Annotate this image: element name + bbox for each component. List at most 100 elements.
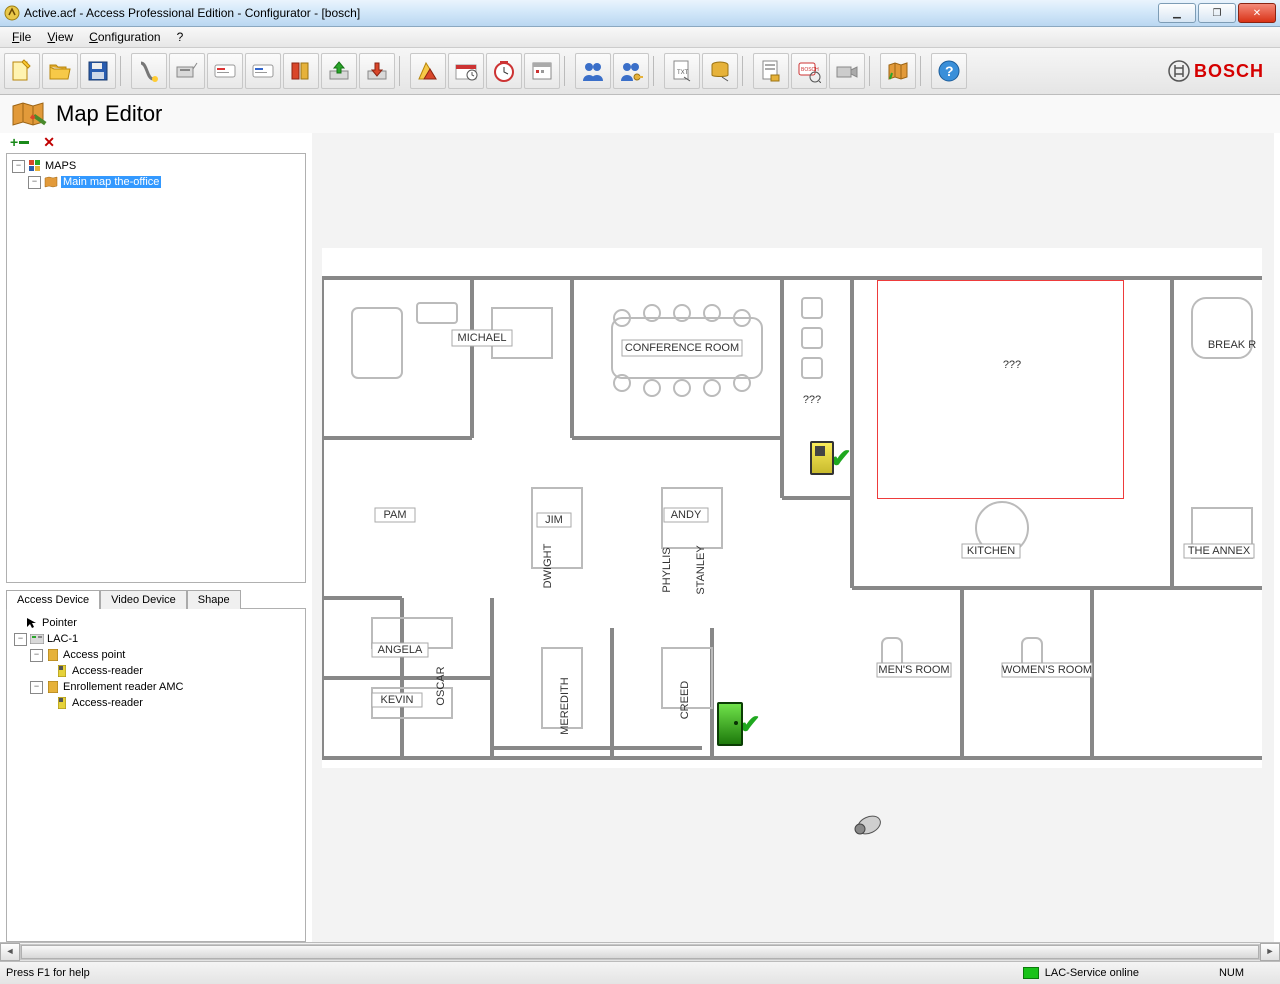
menu-file[interactable]: File [4,28,39,46]
svg-text:MICHAEL: MICHAEL [458,332,507,344]
delete-map-button[interactable]: ✕ [43,134,55,151]
map-door-1[interactable]: ✔ [717,702,761,746]
add-map-button[interactable]: + [10,135,29,149]
tab-video-device[interactable]: Video Device [100,590,187,609]
tab-shape[interactable]: Shape [187,590,241,609]
tb-users-button[interactable] [575,53,611,89]
expand-icon[interactable]: − [12,160,25,173]
status-numlock: NUM [1219,967,1244,979]
svg-text:MEREDITH: MEREDITH [559,677,571,735]
floorplan: MICHAEL CONFERENCE ROOM ??? ??? BREAK R … [322,248,1262,768]
tb-userkeys-button[interactable] [613,53,649,89]
svg-text:STANLEY: STANLEY [695,545,707,595]
svg-text:MEN'S ROOM: MEN'S ROOM [878,664,949,676]
tb-map-button[interactable] [880,53,916,89]
tb-signals-button[interactable] [131,53,167,89]
tb-open-button[interactable] [42,53,78,89]
expand-icon[interactable]: − [30,681,43,694]
tb-camera-button[interactable] [829,53,865,89]
dev-lac1[interactable]: − LAC-1 [11,631,301,647]
tb-textfile-button[interactable]: TXT [664,53,700,89]
menu-configuration[interactable]: Configuration [81,28,168,46]
door-icon [46,648,60,662]
tb-card1-button[interactable] [207,53,243,89]
shape-rectangle[interactable] [877,280,1124,499]
tb-upload-button[interactable] [321,53,357,89]
tb-new-button[interactable] [4,53,40,89]
tree-label: MAPS [45,160,76,172]
brand-logo: BOSCH [1168,60,1264,82]
dev-accesspoint[interactable]: − Access point [11,647,301,663]
dev-accessreader2[interactable]: Access-reader [11,695,301,711]
svg-text:PHYLLIS: PHYLLIS [661,547,673,592]
expand-icon[interactable]: − [30,649,43,662]
map-canvas[interactable]: MICHAEL CONFERENCE ROOM ??? ??? BREAK R … [312,133,1274,942]
dev-label: LAC-1 [47,633,78,645]
status-online-icon [1023,967,1039,979]
svg-text:KEVIN: KEVIN [380,694,413,706]
expand-icon[interactable]: − [28,176,41,189]
tb-save-button[interactable] [80,53,116,89]
svg-text:WOMEN'S ROOM: WOMEN'S ROOM [1002,664,1092,676]
tb-help-button[interactable]: ? [931,53,967,89]
window-titlebar: Active.acf - Access Professional Edition… [0,0,1280,27]
dev-pointer[interactable]: Pointer [11,615,301,631]
window-title: Active.acf - Access Professional Edition… [24,6,1156,20]
status-bar: Press F1 for help LAC-Service online NUM [0,961,1280,984]
tb-report-button[interactable] [753,53,789,89]
expand-icon[interactable]: − [14,633,27,646]
scroll-left-button[interactable]: ◄ [0,943,20,961]
svg-text:KITCHEN: KITCHEN [967,545,1015,557]
tree-toolbar: + ✕ [6,133,306,151]
window-minimize-button[interactable]: ▁ [1158,3,1196,23]
map-reader-1[interactable]: ✔ [810,441,852,475]
menu-bar: File View Configuration ? [0,27,1280,48]
window-maximize-button[interactable]: ❐ [1198,3,1236,23]
tb-database-button[interactable] [702,53,738,89]
tb-controller-button[interactable] [169,53,205,89]
tree-node-maps[interactable]: − MAPS [9,158,303,174]
menu-help[interactable]: ? [169,28,192,46]
tb-separator [869,56,876,86]
scroll-right-button[interactable]: ► [1260,943,1280,961]
dev-label: Access point [63,649,125,661]
svg-text:ANDY: ANDY [671,509,702,521]
dev-accessreader1[interactable]: Access-reader [11,663,301,679]
tb-download-button[interactable] [359,53,395,89]
dev-label: Enrollement reader AMC [63,681,183,693]
main-toolbar: TXT BOSCH ? BOSCH [0,48,1280,95]
tb-areas-button[interactable] [410,53,446,89]
map-node-icon [44,175,58,189]
device-panel[interactable]: Pointer − LAC-1 − Access point Access-re… [6,608,306,942]
menu-view[interactable]: View [39,28,81,46]
status-help-text: Press F1 for help [6,967,90,979]
tab-access-device[interactable]: Access Device [6,590,100,609]
maps-tree[interactable]: − MAPS − Main map the-office [6,153,306,583]
tb-clock-button[interactable] [486,53,522,89]
tree-label: Main map the-office [61,176,161,188]
svg-text:CREED: CREED [679,681,691,720]
tb-cardcheck-button[interactable]: BOSCH [791,53,827,89]
svg-text:???: ??? [803,394,821,406]
maps-icon [28,159,42,173]
app-icon [4,5,20,21]
map-camera-1[interactable] [849,813,883,835]
tb-calendar-button[interactable] [524,53,560,89]
window-close-button[interactable]: ✕ [1238,3,1276,23]
scroll-track[interactable] [20,944,1260,960]
horizontal-scrollbar[interactable]: ◄ ► [0,942,1280,961]
svg-text:?: ? [945,63,954,79]
dev-enrollreader[interactable]: − Enrollement reader AMC [11,679,301,695]
tree-node-mainmap[interactable]: − Main map the-office [9,174,303,190]
svg-text:BREAK R: BREAK R [1208,339,1256,351]
scroll-thumb[interactable] [21,945,1259,959]
tb-doors-button[interactable] [283,53,319,89]
tb-card2-button[interactable] [245,53,281,89]
tb-timemodels-button[interactable] [448,53,484,89]
svg-text:JIM: JIM [545,514,563,526]
svg-text:CONFERENCE ROOM: CONFERENCE ROOM [625,342,739,354]
page-title: Map Editor [56,101,162,127]
svg-text:DWIGHT: DWIGHT [542,543,554,588]
reader-icon [55,664,69,678]
svg-text:PAM: PAM [383,509,406,521]
